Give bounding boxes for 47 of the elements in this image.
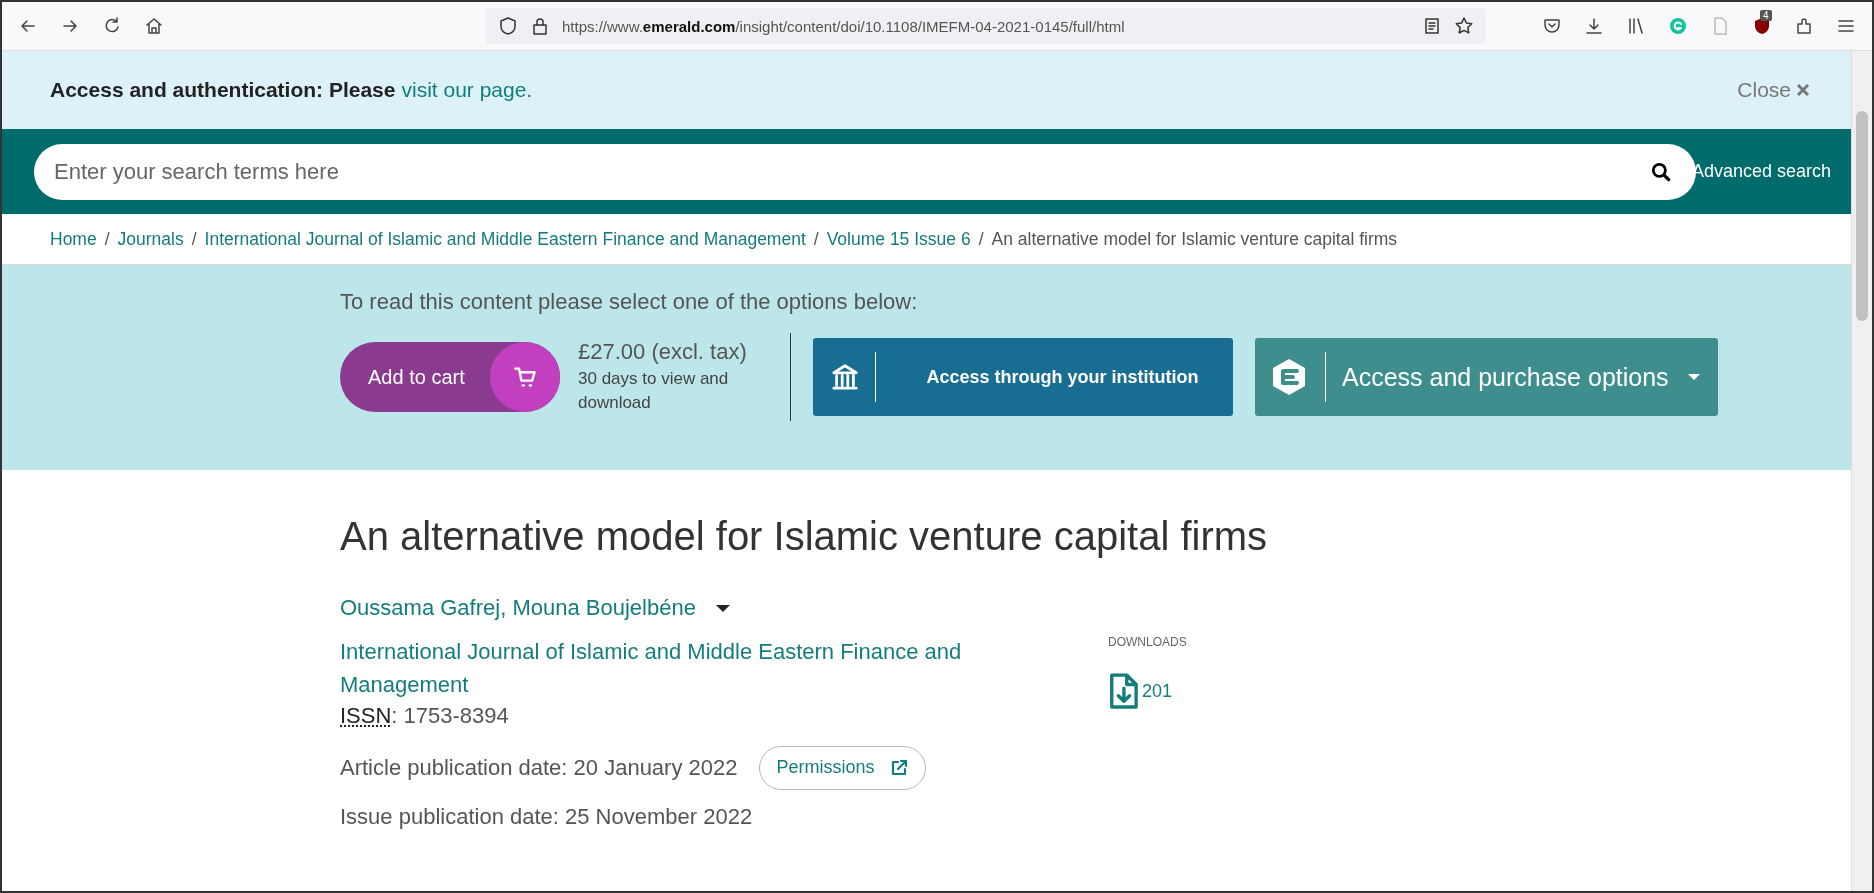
institution-access-button[interactable]: Access through your institution	[813, 338, 1233, 416]
institution-icon	[831, 363, 859, 391]
caret-icon[interactable]	[715, 604, 730, 612]
permissions-button[interactable]: Permissions	[759, 745, 926, 790]
downloads-count: 201	[1142, 680, 1173, 702]
url-text: https://www.emerald.com/insight/content/doi/10.1108/IMEFM-04-2021-0145/full/html	[562, 17, 1126, 35]
breadcrumb-link[interactable]: International Journal of Islamic and Middle Eastern Finance and Management	[204, 228, 806, 250]
article-title: An alternative model for Islamic venture capital firms	[340, 514, 1269, 559]
article-date: Article publication date: 20 January 2022	[340, 754, 738, 781]
breadcrumb-separator: /	[813, 228, 819, 250]
purchase-options-button[interactable]: Access and purchase options	[1255, 338, 1718, 416]
home-icon[interactable]	[144, 16, 164, 36]
extension-badge: 4	[1760, 10, 1772, 21]
close-icon	[1795, 82, 1811, 98]
extensions-icon[interactable]	[1794, 16, 1814, 36]
issn-number: : 1753-8394	[391, 703, 509, 728]
issn-abbreviation: ISSN	[340, 703, 392, 728]
star-icon[interactable]	[1454, 16, 1474, 36]
lock-icon	[530, 16, 550, 36]
reader-view-icon[interactable]	[1422, 16, 1442, 36]
breadcrumb-separator: /	[978, 228, 984, 250]
visit-page-link[interactable]: visit our page.	[401, 78, 533, 102]
breadcrumb-separator: /	[104, 228, 110, 250]
authors-link[interactable]: Oussama Gafrej, Mouna Boujelbéne	[340, 595, 696, 621]
downloads-label: DOWNLOADS	[1108, 635, 1187, 649]
price-text: £27.00 (excl. tax)	[578, 339, 748, 366]
cart-icon	[513, 365, 537, 389]
banner-text: Access and authentication: Please	[50, 78, 396, 102]
breadcrumb-link[interactable]: Volume 15 Issue 6	[826, 228, 971, 250]
close-button[interactable]: Close	[1737, 78, 1811, 102]
breadcrumb-separator: /	[191, 228, 197, 250]
breadcrumb-current: An alternative model for Islamic venture capital firms	[991, 228, 1398, 250]
library-icon[interactable]	[1626, 16, 1646, 36]
price-note: 30 days to view and download	[578, 368, 730, 414]
issue-date: Issue publication date: 25 November 2022	[340, 803, 753, 830]
add-to-cart-button[interactable]: Add to cart	[340, 342, 560, 412]
address-bar[interactable]: https://www.emerald.com/insight/content/doi/10.1108/IMEFM-04-2021-0145/full/html	[486, 8, 1486, 44]
breadcrumb-link[interactable]: Home	[50, 228, 97, 250]
caret-icon	[1688, 374, 1700, 380]
download-icon[interactable]	[1584, 16, 1604, 36]
shield-icon	[498, 16, 518, 36]
scrollbar-thumb[interactable]	[1856, 111, 1868, 321]
journal-link[interactable]: International Journal of Islamic and Middle Eastern Finance and Management	[340, 635, 1060, 701]
breadcrumb-link[interactable]: Journals	[117, 228, 184, 250]
purchase-prompt: To read this content please select one of the options below:	[340, 289, 919, 315]
pocket-icon[interactable]	[1542, 16, 1562, 36]
search-field[interactable]: Enter your search terms here	[34, 143, 1696, 200]
